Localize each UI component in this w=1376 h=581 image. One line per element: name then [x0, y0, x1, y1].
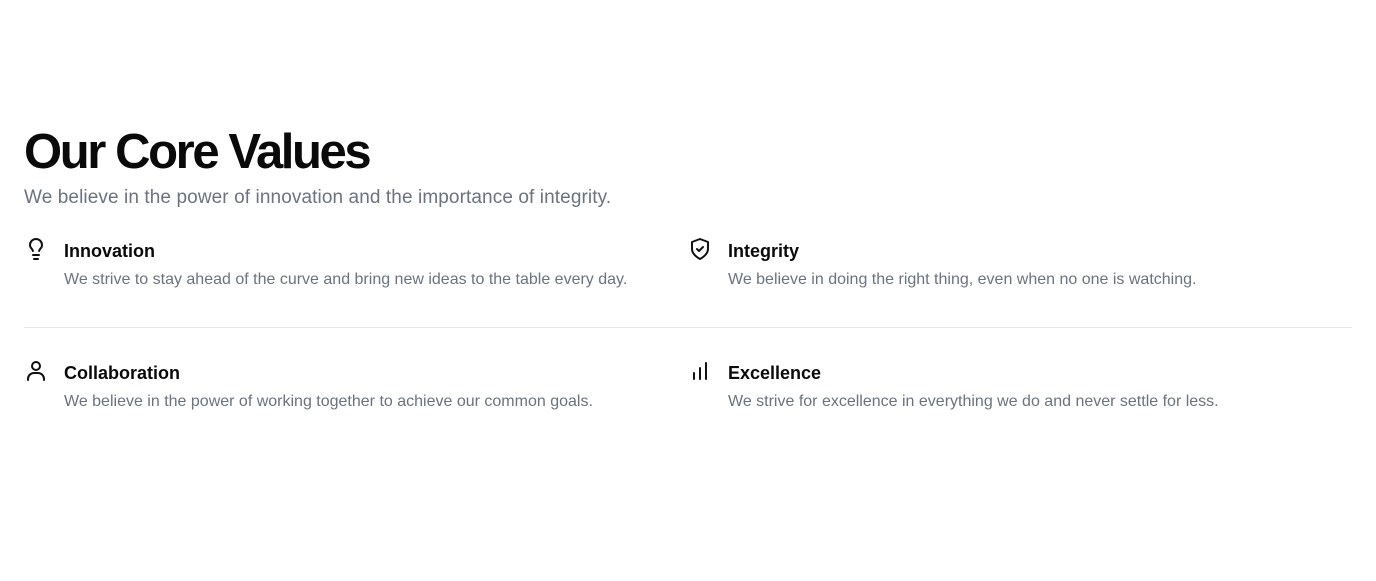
value-item-innovation: Innovation We strive to stay ahead of th… [24, 237, 688, 327]
value-title: Excellence [728, 363, 822, 383]
value-title: Innovation [64, 241, 155, 261]
value-description: We strive for excellence in everything w… [728, 393, 1219, 410]
page-subtitle: We believe in the power of innovation an… [24, 187, 612, 208]
shield-check-icon [688, 237, 712, 261]
value-description: We strive to stay ahead of the curve and… [64, 271, 628, 288]
user-icon [24, 359, 48, 383]
value-item-collaboration: Collaboration We believe in the power of… [24, 359, 688, 412]
value-item-excellence: Excellence We strive for excellence in e… [688, 362, 1352, 412]
value-title: Integrity [728, 241, 800, 261]
value-description: We believe in the power of working toget… [64, 393, 593, 410]
value-title: Collaboration [64, 363, 180, 383]
lightbulb-icon [24, 237, 48, 261]
core-values-section: Our Core Values We believe in the power … [24, 124, 1352, 412]
page-title: Our Core Values [24, 125, 372, 179]
values-grid: Innovation We strive to stay ahead of th… [24, 237, 1352, 412]
bar-chart-icon [688, 359, 712, 383]
value-description: We believe in doing the right thing, eve… [728, 271, 1197, 288]
value-item-integrity: Integrity We believe in doing the right … [688, 237, 1352, 327]
values-row: Innovation We strive to stay ahead of th… [24, 237, 1352, 328]
values-row: Collaboration We believe in the power of… [24, 328, 1352, 412]
